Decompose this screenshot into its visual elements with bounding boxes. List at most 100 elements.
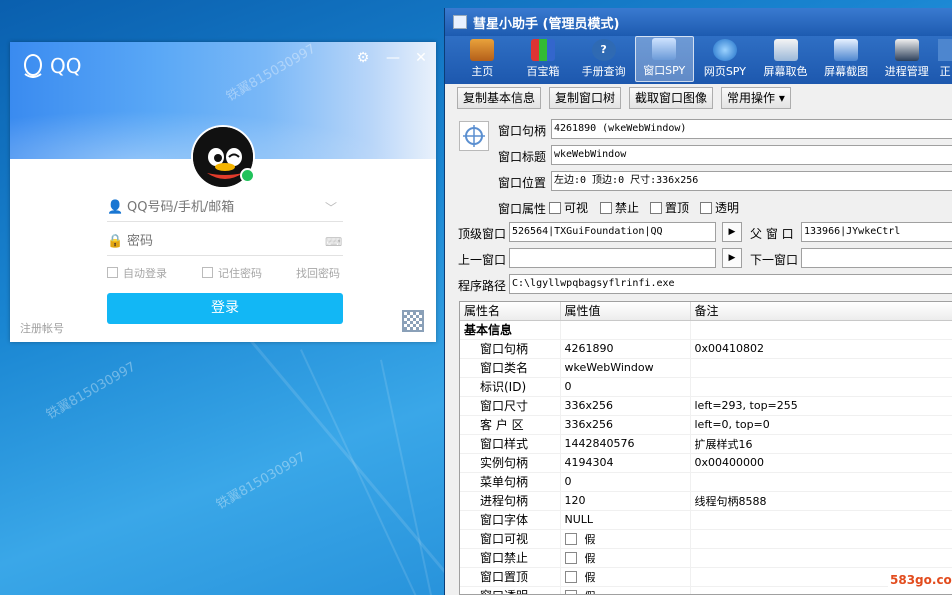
close-icon[interactable]: ✕: [412, 50, 430, 66]
handle-label: 窗口句柄: [498, 124, 547, 138]
next-window-field[interactable]: [801, 248, 952, 268]
process-icon: [894, 39, 919, 61]
table-row[interactable]: 窗口透明假: [460, 586, 952, 594]
table-row[interactable]: 标识(ID) 0: [460, 377, 952, 397]
row-value: 4194304: [560, 453, 691, 473]
row-value-text: NULL: [564, 513, 594, 526]
row-value-text: wkeWebWindow: [564, 361, 654, 374]
toolbar-screenshot[interactable]: 屏幕截图: [817, 36, 876, 82]
row-value: NULL: [560, 510, 691, 530]
row-value: 假: [560, 567, 691, 587]
row-name: 窗口样式: [460, 434, 561, 454]
site-watermark: 583go.com: [888, 572, 952, 588]
app-icon: [453, 15, 467, 29]
goto-top-window-button[interactable]: ▶: [722, 222, 742, 242]
table-row[interactable]: 窗口样式 1442840576 扩展样式16: [460, 434, 952, 454]
row-value: 假: [560, 548, 691, 568]
account-input[interactable]: [123, 195, 325, 220]
column-header-note[interactable]: 备注: [690, 302, 952, 321]
auto-login-checkbox[interactable]: 自动登录: [107, 265, 202, 281]
value-checkbox[interactable]: [564, 589, 577, 594]
copy-window-tree-button[interactable]: 复制窗口树: [549, 87, 622, 109]
toolbar: 主页 百宝箱 ? 手册查询 窗口SPY 网页SPY 屏幕取色 屏幕截图 进程管理 …: [445, 36, 952, 84]
penguin-icon: [22, 54, 44, 78]
keyboard-icon[interactable]: ⌨: [325, 235, 343, 249]
row-note: [690, 377, 952, 397]
common-actions-dropdown[interactable]: 常用操作 ▾: [721, 87, 791, 109]
toolbar-home[interactable]: 主页: [453, 36, 512, 82]
find-password-link[interactable]: 找回密码: [296, 265, 340, 281]
toolbar-color-picker[interactable]: 屏幕取色: [756, 36, 815, 82]
table-row[interactable]: 客 户 区 336x256 left=0, top=0: [460, 415, 952, 435]
toolbar-process-manager[interactable]: 进程管理: [877, 36, 936, 82]
table-row[interactable]: 窗口尺寸 336x256 left=293, top=255: [460, 396, 952, 416]
parent-window-field[interactable]: 133966|JYwkeCtrl: [801, 222, 952, 242]
disabled-checkbox[interactable]: 禁止: [600, 199, 639, 216]
title-field[interactable]: wkeWebWindow: [551, 145, 952, 165]
row-name: 窗口禁止: [460, 548, 561, 568]
group-row[interactable]: 基本信息: [460, 320, 952, 340]
row-note: 0x00400000: [690, 453, 952, 473]
row-name: 客 户 区: [460, 415, 561, 435]
row-name: 实例句柄: [460, 453, 561, 473]
register-link[interactable]: 注册帐号: [20, 320, 64, 336]
copy-basic-info-button[interactable]: 复制基本信息: [457, 87, 542, 109]
capture-window-image-button[interactable]: 截取窗口图像: [629, 87, 714, 109]
home-icon: [470, 39, 495, 61]
row-value: 336x256: [560, 396, 691, 416]
path-field[interactable]: C:\lgyllwpqbagsyflrinfi.exe: [509, 274, 952, 294]
toolbar-toolbox[interactable]: 百宝箱: [514, 36, 573, 82]
row-note: 0x00410802: [690, 339, 952, 359]
property-grid[interactable]: 属性名 属性值 备注 基本信息 窗口句柄 4261890 0x00410802 窗口类…: [459, 301, 952, 595]
chevron-down-icon[interactable]: ﹀: [325, 199, 343, 216]
row-value-text: 假: [584, 551, 596, 565]
password-input[interactable]: [123, 229, 325, 254]
value-checkbox[interactable]: [564, 570, 577, 583]
row-value-text: 假: [584, 532, 596, 546]
password-field[interactable]: 🔒 ⌨: [107, 228, 343, 256]
position-field[interactable]: 左边:0 顶边:0 尺寸:336x256: [551, 171, 952, 191]
remember-password-checkbox[interactable]: 记住密码: [202, 265, 296, 281]
column-header-value[interactable]: 属性值: [560, 302, 691, 321]
table-row[interactable]: 菜单句柄 0: [460, 472, 952, 492]
table-row[interactable]: 进程句柄 120 线程句柄8588: [460, 491, 952, 511]
minimize-icon[interactable]: —: [384, 50, 402, 66]
row-name: 进程句柄: [460, 491, 561, 511]
row-name: 窗口置顶: [460, 567, 561, 587]
transparent-checkbox[interactable]: 透明: [700, 199, 739, 216]
next-window-label: 下一窗口: [750, 253, 799, 267]
row-value-text: 0: [564, 380, 572, 393]
table-row[interactable]: 实例句柄 4194304 0x00400000: [460, 453, 952, 473]
table-row[interactable]: 窗口字体 NULL: [460, 510, 952, 530]
value-checkbox[interactable]: [564, 551, 577, 564]
toolbar-web-spy[interactable]: 网页SPY: [696, 36, 755, 82]
toolbar-more[interactable]: 正: [938, 36, 952, 82]
column-header-name[interactable]: 属性名: [460, 302, 561, 321]
prev-window-field[interactable]: [509, 248, 716, 268]
row-value: 336x256: [560, 415, 691, 435]
toolbar-manual[interactable]: ? 手册查询: [574, 36, 633, 82]
table-row[interactable]: 窗口句柄 4261890 0x00410802: [460, 339, 952, 359]
row-value-text: 0: [564, 475, 572, 488]
value-checkbox[interactable]: [564, 532, 577, 545]
handle-field[interactable]: 4261890 (wkeWebWindow): [551, 119, 952, 139]
crosshair-icon[interactable]: [459, 121, 489, 151]
topmost-checkbox[interactable]: 置顶: [650, 199, 689, 216]
table-row[interactable]: 窗口禁止 假: [460, 548, 952, 568]
table-row[interactable]: 窗口可视 假: [460, 529, 952, 549]
visible-checkbox[interactable]: 可视: [549, 199, 588, 216]
row-value: wkeWebWindow: [560, 358, 691, 378]
qr-code-icon[interactable]: [402, 310, 424, 332]
row-note: [690, 358, 952, 378]
row-value-text: 1442840576: [564, 437, 635, 450]
table-row[interactable]: 窗口类名 wkeWebWindow: [460, 358, 952, 378]
toolbar-window-spy[interactable]: 窗口SPY: [634, 36, 694, 82]
settings-icon[interactable]: ⚙: [354, 50, 372, 66]
login-button[interactable]: 登录: [107, 293, 343, 324]
top-window-field[interactable]: 526564|TXGuiFoundation|QQ: [509, 222, 716, 242]
row-note: 扩展样式16: [690, 434, 952, 454]
goto-prev-window-button[interactable]: ▶: [722, 248, 742, 268]
account-field[interactable]: 👤 ﹀: [107, 194, 343, 222]
qq-logo: QQ: [22, 54, 81, 78]
table-row[interactable]: 窗口置顶 假: [460, 567, 952, 587]
